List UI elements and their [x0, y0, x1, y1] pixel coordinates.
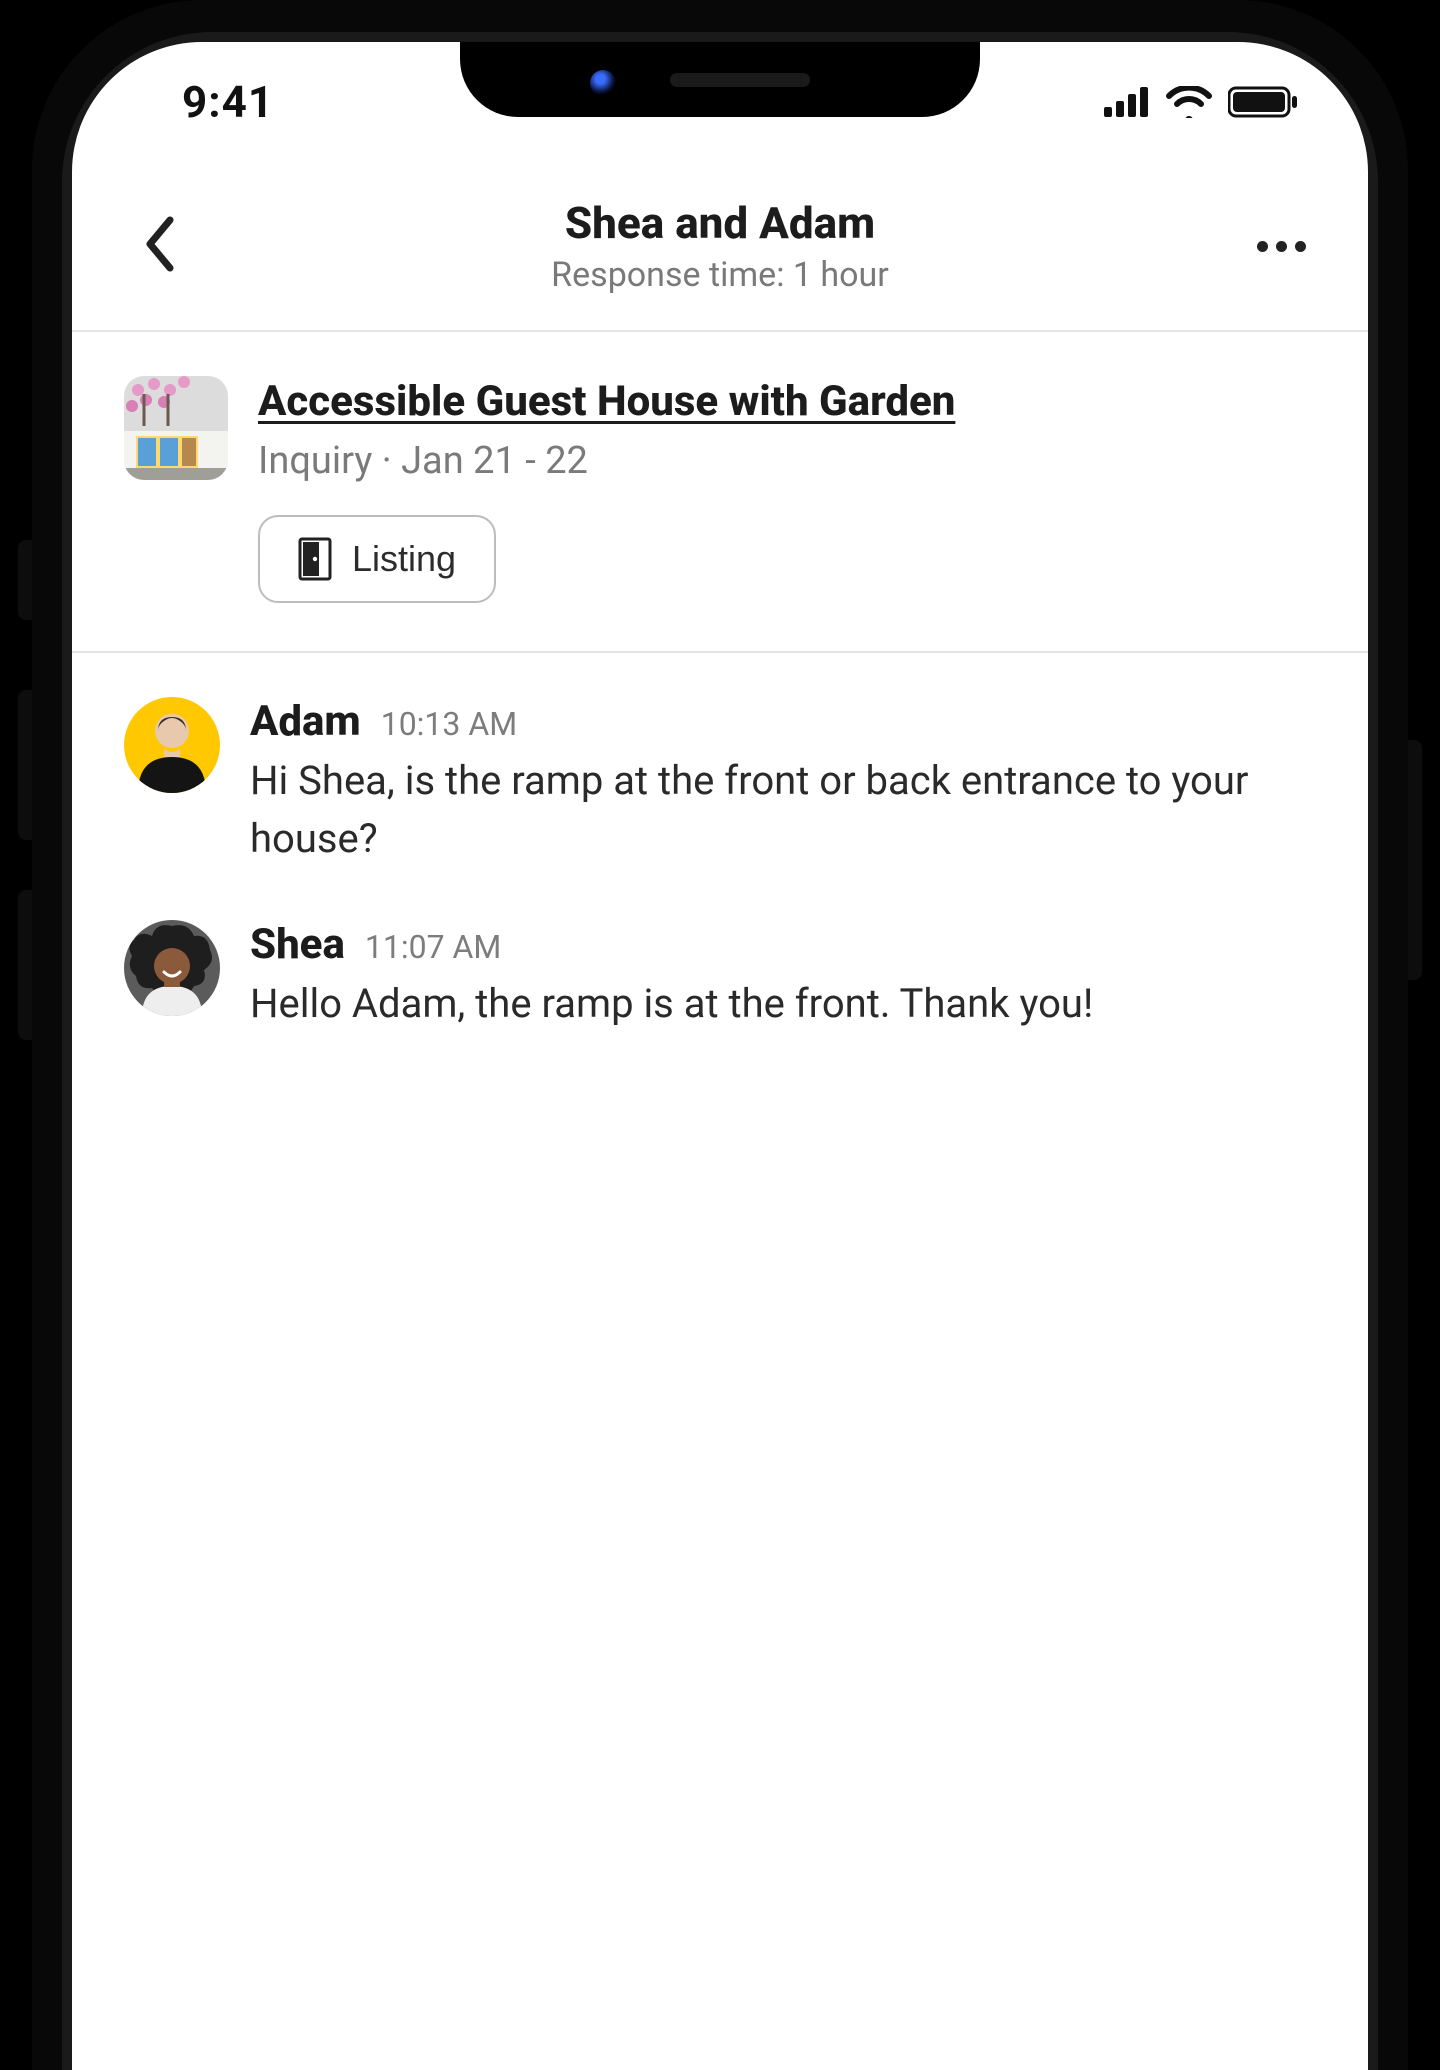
- wifi-icon: [1166, 86, 1212, 118]
- phone-inner-ring: 9:41: [62, 32, 1378, 2070]
- message-header: Adam 10:13 AM: [250, 697, 1316, 746]
- avatar[interactable]: [124, 920, 220, 1016]
- nav-title-block: Shea and Adam Response time: 1 hour: [551, 197, 889, 295]
- speaker-grille-icon: [670, 73, 810, 87]
- message-sender: Shea: [250, 920, 345, 969]
- listing-meta: Inquiry · Jan 21 - 22: [258, 439, 1316, 483]
- more-icon: [1276, 241, 1287, 252]
- message-row: Shea 11:07 AM Hello Adam, the ramp is at…: [124, 920, 1316, 1033]
- view-listing-label: Listing: [352, 538, 456, 580]
- battery-icon: [1228, 86, 1298, 118]
- message-text: Hi Shea, is the ramp at the front or bac…: [250, 752, 1316, 868]
- cellular-signal-icon: [1104, 87, 1150, 117]
- listing-thumbnail: [124, 376, 228, 480]
- conversation-title: Shea and Adam: [551, 197, 889, 249]
- message-time: 10:13 AM: [381, 705, 517, 743]
- message-row: Adam 10:13 AM Hi Shea, is the ramp at th…: [124, 697, 1316, 868]
- message-thread[interactable]: Adam 10:13 AM Hi Shea, is the ramp at th…: [72, 653, 1368, 1129]
- listing-summary-card[interactable]: Accessible Guest House with Garden Inqui…: [72, 332, 1368, 653]
- back-button[interactable]: [124, 211, 194, 281]
- status-time: 9:41: [182, 76, 274, 128]
- status-indicators: [1104, 86, 1298, 118]
- listing-title-link[interactable]: Accessible Guest House with Garden: [258, 376, 1316, 429]
- view-listing-button[interactable]: Listing: [258, 515, 496, 603]
- message-body: Adam 10:13 AM Hi Shea, is the ramp at th…: [250, 697, 1316, 868]
- avatar[interactable]: [124, 697, 220, 793]
- listing-info: Accessible Guest House with Garden Inqui…: [258, 376, 1316, 603]
- nav-header: Shea and Adam Response time: 1 hour: [72, 162, 1368, 332]
- phone-screen: 9:41: [72, 42, 1368, 2070]
- more-icon: [1257, 241, 1268, 252]
- door-icon: [298, 537, 332, 581]
- phone-notch: [460, 42, 980, 117]
- phone-frame: 9:41: [32, 0, 1408, 2070]
- message-sender: Adam: [250, 697, 361, 746]
- more-options-button[interactable]: [1246, 211, 1316, 281]
- front-camera-icon: [590, 70, 616, 96]
- response-time-label: Response time: 1 hour: [551, 255, 889, 295]
- chevron-left-icon: [142, 216, 176, 276]
- message-body: Shea 11:07 AM Hello Adam, the ramp is at…: [250, 920, 1316, 1033]
- more-icon: [1295, 241, 1306, 252]
- phone-power-button: [1406, 740, 1422, 980]
- message-text: Hello Adam, the ramp is at the front. Th…: [250, 975, 1316, 1033]
- message-time: 11:07 AM: [365, 928, 501, 966]
- message-header: Shea 11:07 AM: [250, 920, 1316, 969]
